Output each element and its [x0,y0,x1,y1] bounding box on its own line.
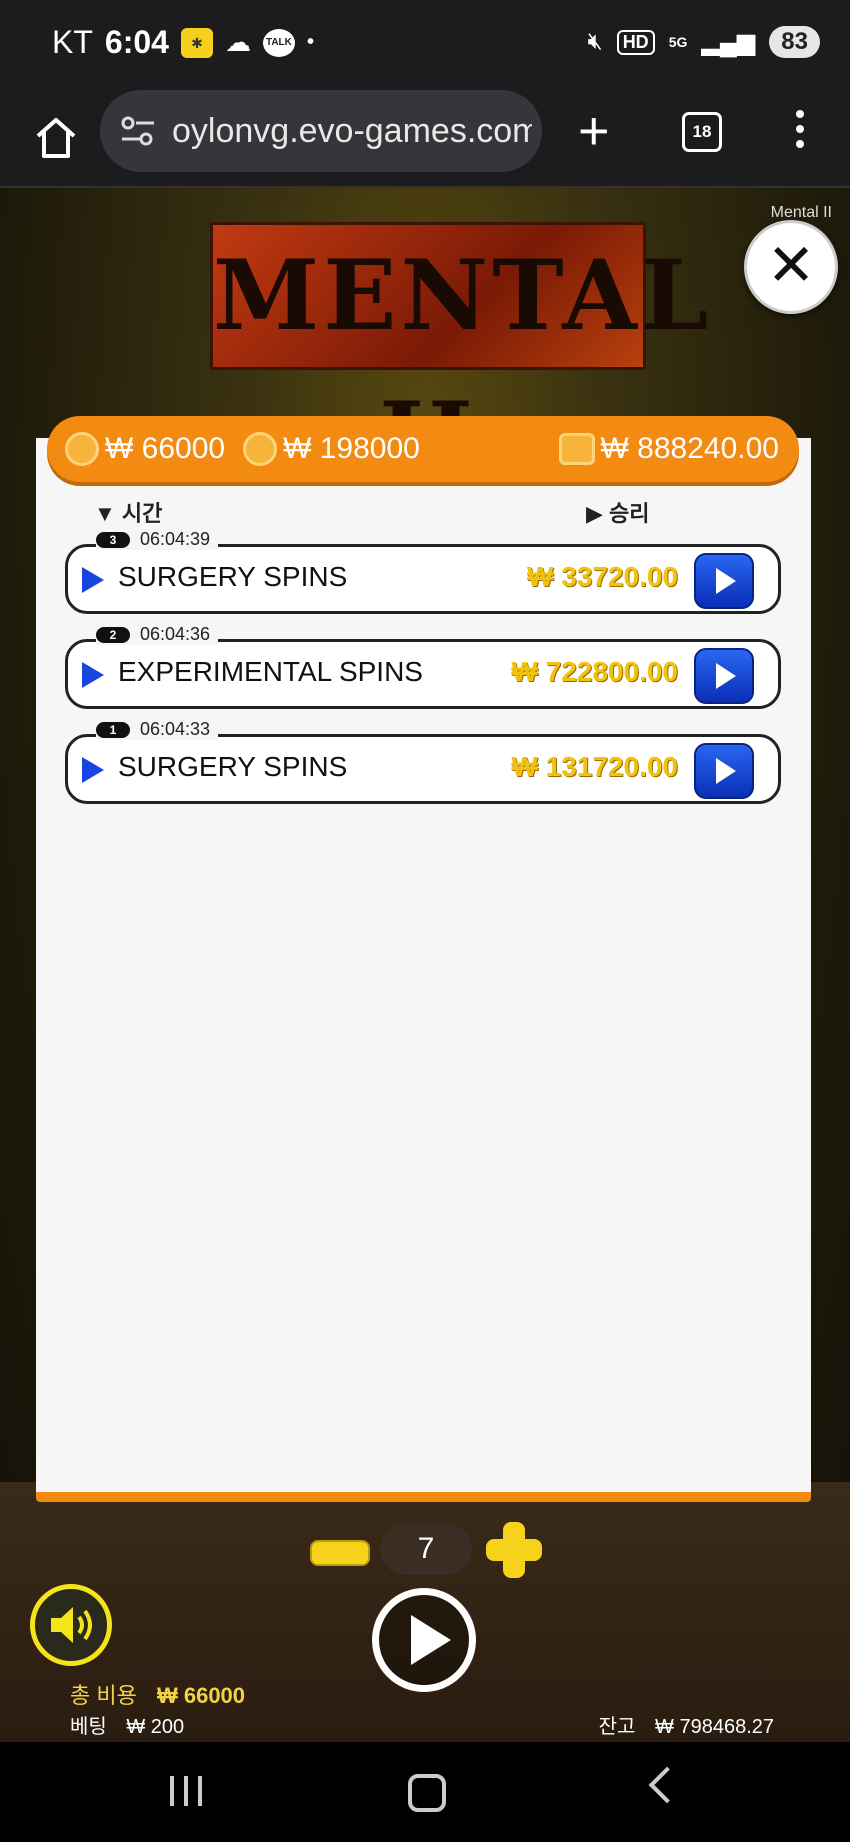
clock: 6:04 [104,24,169,60]
wallet-value: ₩ 888240.00 [600,432,779,465]
row-feature-name: SURGERY SPINS [118,751,348,782]
game-title-small: Mental II [770,204,832,221]
replay-button[interactable] [694,743,754,799]
row-meta: 1 06:04:33 [96,719,219,740]
speaker-icon [51,1607,92,1643]
row-win-value: ₩ 131720.00 [511,751,678,782]
address-bar[interactable]: oylonvg.evo-games.com [100,90,542,172]
row-time: 06:04:33 [140,719,211,739]
balance: 잔고 ₩ 798468.27 [599,1710,774,1739]
game-logo: MENTAL II [210,222,713,494]
replay-button[interactable] [694,553,754,609]
row-feature-name: SURGERY SPINS [118,561,348,592]
sort-win-header[interactable]: ▶ 승리 [586,496,650,528]
wallet-icon [558,433,595,465]
decrease-button[interactable] [310,1540,370,1566]
history-row: 1 06:04:33 SURGERY SPINS ₩ 131720.00 [65,719,781,804]
sort-time-header[interactable]: ▼ 시간 [94,496,162,528]
play-marker-icon [82,757,104,783]
coin-icon [65,432,99,466]
talk-icon: TALK [262,28,295,57]
row-number-badge: 2 [96,626,130,643]
kakao-icon: ✱ [180,27,213,58]
cost-2-group: ₩ 198000 [243,432,420,466]
play-marker-icon [82,662,104,688]
balance-value: ₩ 798468.27 [655,1716,774,1738]
increase-button[interactable] [486,1522,542,1578]
status-left: KT 6:04 ✱ ☁ TALK • [52,24,314,61]
tab-switcher-button[interactable]: 18 [682,112,722,152]
balance-label: 잔고 [598,1716,636,1738]
home-nav-icon[interactable] [408,1774,446,1812]
recent-apps-icon[interactable] [170,1776,202,1806]
site-settings-icon[interactable] [118,111,158,151]
back-icon[interactable] [648,1766,686,1804]
system-nav-bar [0,1742,850,1842]
more-menu-icon[interactable] [796,110,806,155]
carrier-label: KT [52,24,93,60]
coin-icon [243,432,278,466]
cost-summary-bar: ₩ 66000 ₩ 198000 ₩ 888240.00 [47,416,799,482]
replay-button[interactable] [694,648,754,704]
history-headers: ▼ 시간 ▶ 승리 [90,496,770,532]
close-button[interactable]: ✕ [744,220,838,314]
row-win-value: ₩ 722800.00 [511,656,678,687]
wallet-group: ₩ 888240.00 [558,432,779,466]
spin-count: 7 [380,1523,472,1575]
play-marker-icon [82,567,104,593]
row-meta: 2 06:04:36 [96,624,219,645]
home-icon[interactable] [30,112,82,164]
battery-level: 83 [769,26,820,58]
logo-text: MENTAL II [213,239,713,494]
row-time: 06:04:36 [140,624,211,644]
row-meta: 3 06:04:39 [96,529,219,550]
bet-value: ₩ 200 [126,1716,185,1738]
mute-icon: 🔇︎ [587,28,603,55]
network-5g-icon: 5G [668,34,688,50]
notification-dot-icon: • [306,31,314,53]
total-cost-label: 총 비용 [70,1683,137,1708]
row-time: 06:04:39 [140,529,211,549]
signal-icon: ▂▄▆ [701,28,756,56]
total-cost: 총 비용 ₩ 66000 [70,1678,245,1710]
cost-1-group: ₩ 66000 [65,432,225,466]
history-row: 3 06:04:39 SURGERY SPINS ₩ 33720.00 [65,529,781,614]
url-text: oylonvg.evo-games.com [172,111,532,150]
cost-2-value: ₩ 198000 [283,432,420,465]
row-number-badge: 3 [96,531,130,548]
cloud-icon: ☁ [224,27,251,57]
spin-play-button[interactable] [372,1588,476,1692]
sound-toggle-button[interactable] [30,1584,112,1666]
bet-amount: 베팅 ₩ 200 [70,1710,184,1739]
history-row: 2 06:04:36 EXPERIMENTAL SPINS ₩ 722800.0… [65,624,781,709]
row-feature-name: EXPERIMENTAL SPINS [118,656,423,687]
game-area: MENTAL II Mental II ✕ ₩ 66000 ₩ 198000 ₩… [0,188,850,1742]
browser-toolbar: oylonvg.evo-games.com + 18 [0,90,850,188]
row-win-value: ₩ 33720.00 [527,561,678,592]
close-icon: ✕ [766,233,816,298]
total-cost-value: ₩ 66000 [156,1683,246,1708]
status-right: 🔇︎ HD 5G ▂▄▆ 83 [588,26,820,58]
new-tab-button[interactable]: + [578,104,610,158]
cost-1-value: ₩ 66000 [105,432,226,465]
hd-icon: HD [616,29,655,55]
status-bar: KT 6:04 ✱ ☁ TALK • 🔇︎ HD 5G ▂▄▆ 83 [0,0,850,90]
bet-label: 베팅 [70,1716,107,1738]
row-number-badge: 1 [96,721,130,738]
